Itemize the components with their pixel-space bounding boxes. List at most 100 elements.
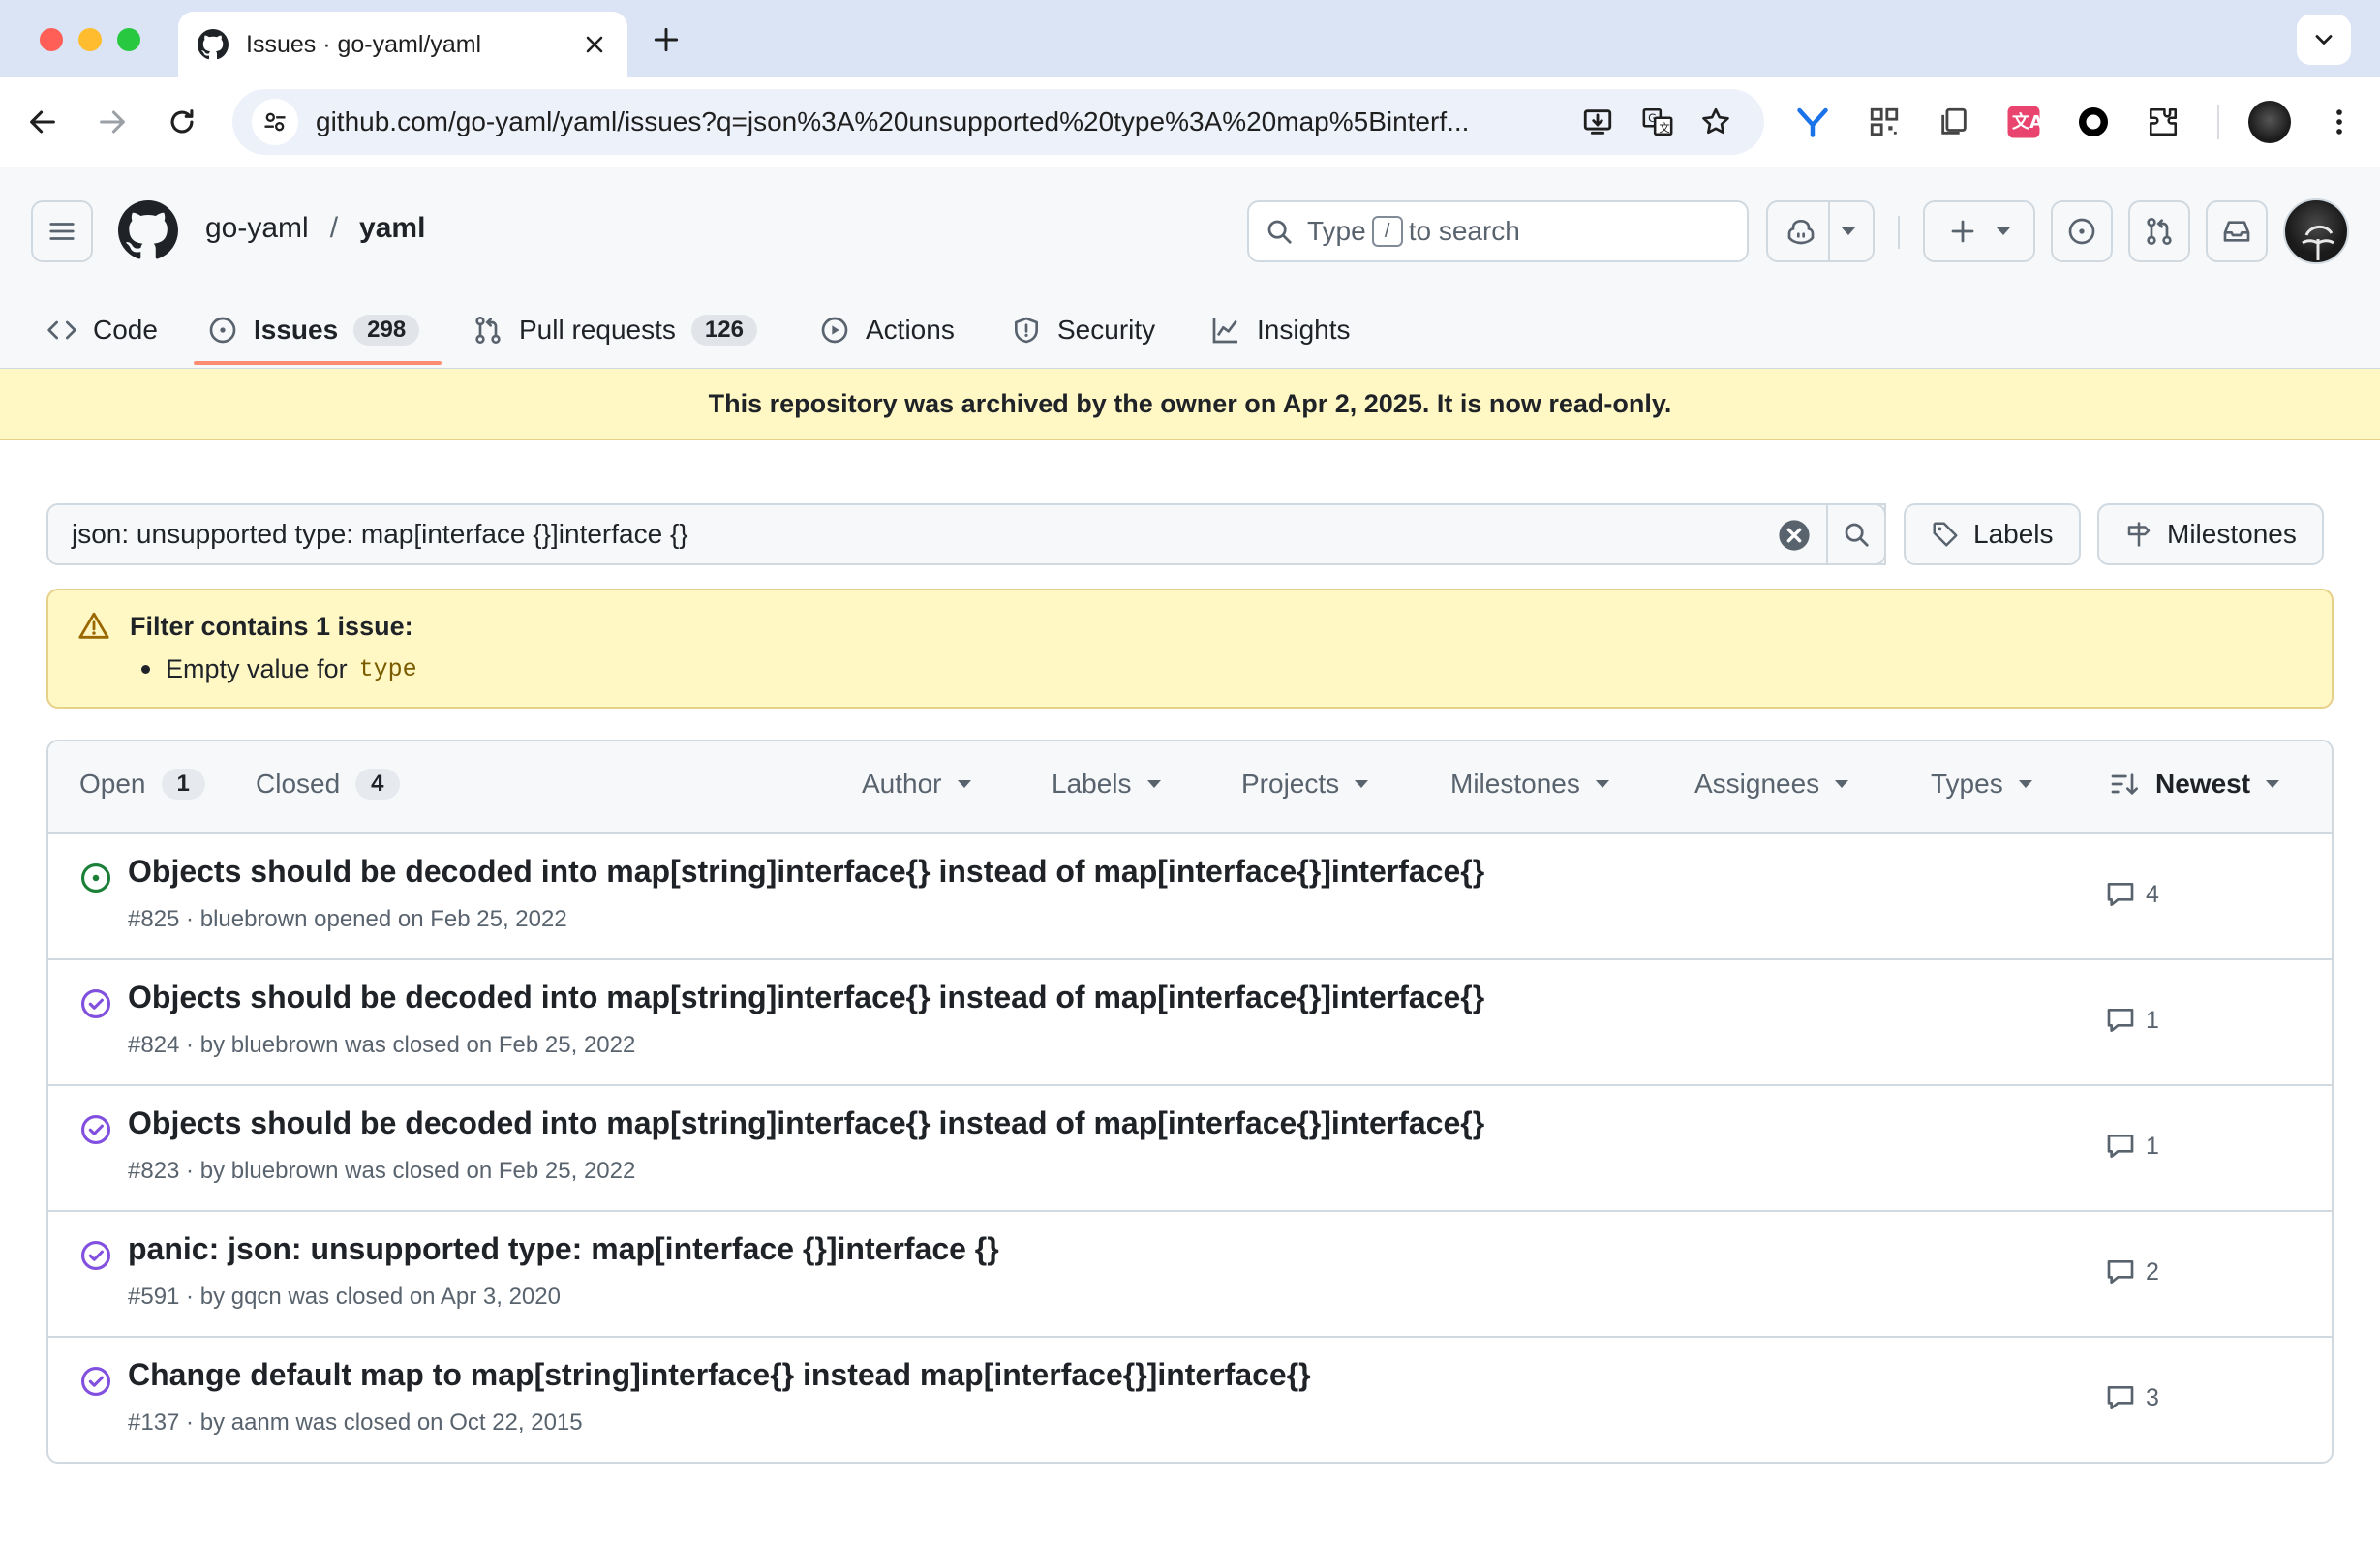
create-new-button[interactable] xyxy=(1923,200,2035,262)
ring-icon xyxy=(2079,107,2108,136)
install-app-button[interactable] xyxy=(1580,105,1615,139)
milestones-button[interactable]: Milestones xyxy=(2097,503,2324,565)
create-dropdown-caret[interactable] xyxy=(1997,227,2010,235)
types-filter-dropdown[interactable]: Types xyxy=(1931,769,2032,800)
labels-button[interactable]: Labels xyxy=(1904,503,2081,565)
comment-icon xyxy=(2107,1009,2134,1032)
warning-item: Empty value for type xyxy=(141,654,2303,684)
milestones-filter-dropdown[interactable]: Milestones xyxy=(1450,769,1609,800)
code-icon xyxy=(47,320,76,340)
site-settings-button[interactable] xyxy=(252,99,298,145)
copilot-dropdown-caret[interactable] xyxy=(1842,227,1855,235)
issue-comments-link[interactable]: 3 xyxy=(2105,1382,2159,1413)
copilot-button[interactable] xyxy=(1766,200,1875,262)
svg-text:G: G xyxy=(1648,111,1657,125)
tab-security[interactable]: Security xyxy=(1011,305,1155,355)
issue-comments-link[interactable]: 2 xyxy=(2105,1256,2159,1287)
tab-issues[interactable]: Issues 298 xyxy=(207,305,420,355)
issues-filter-input[interactable]: json: unsupported type: map[interface {}… xyxy=(46,503,1886,565)
bookmark-button[interactable] xyxy=(1698,105,1733,139)
issue-meta: #591 · by gqcn was closed on Apr 3, 2020 xyxy=(128,1284,561,1310)
puzzle-icon xyxy=(2149,107,2178,136)
extension-translate-cn[interactable]: 文A xyxy=(2004,103,2043,141)
comment-count: 1 xyxy=(2146,1132,2159,1160)
global-nav-menu-button[interactable] xyxy=(31,200,93,262)
issue-title-link[interactable]: panic: json: unsupported type: map[inter… xyxy=(128,1231,999,1267)
tab-insights[interactable]: Insights xyxy=(1210,305,1351,355)
tab-security-label: Security xyxy=(1057,315,1156,345)
tab-pull-requests[interactable]: Pull requests 126 xyxy=(473,305,757,355)
issue-title-link[interactable]: Change default map to map[string]interfa… xyxy=(128,1357,1311,1393)
tab-search-dropdown[interactable] xyxy=(2297,15,2351,65)
your-issues-button[interactable] xyxy=(2051,200,2113,262)
assignees-filter-label: Assignees xyxy=(1694,769,1820,799)
issue-comments-link[interactable]: 1 xyxy=(2105,1131,2159,1162)
closed-issues-tab[interactable]: Closed 4 xyxy=(256,769,400,800)
caret-down-icon xyxy=(2266,780,2280,788)
filter-search-button[interactable] xyxy=(1826,503,1886,565)
types-filter-label: Types xyxy=(1931,769,2003,799)
issue-row[interactable]: Objects should be decoded into map[strin… xyxy=(48,1086,2332,1212)
open-issues-tab[interactable]: Open 1 xyxy=(79,769,205,800)
issue-title-link[interactable]: Objects should be decoded into map[strin… xyxy=(128,980,1484,1015)
filter-query-text[interactable]: json: unsupported type: map[interface {}… xyxy=(72,519,688,550)
comment-count: 1 xyxy=(2146,1006,2159,1034)
breadcrumb-owner-link[interactable]: go-yaml xyxy=(205,212,309,245)
search-icon xyxy=(1845,523,1869,547)
issue-closed-icon xyxy=(80,1366,111,1397)
arrow-right-icon xyxy=(100,110,125,134)
issue-row[interactable]: Objects should be decoded into map[strin… xyxy=(48,834,2332,960)
sort-dropdown[interactable]: Newest xyxy=(2109,769,2280,800)
your-pull-requests-button[interactable] xyxy=(2128,200,2190,262)
tab-code[interactable]: Code xyxy=(46,305,158,355)
author-filter-label: Author xyxy=(862,769,942,799)
breadcrumb-repo-link[interactable]: yaml xyxy=(359,212,425,245)
issue-row[interactable]: Objects should be decoded into map[strin… xyxy=(48,960,2332,1086)
tab-actions[interactable]: Actions xyxy=(819,305,955,355)
caret-down-icon xyxy=(957,780,971,788)
issue-comments-link[interactable]: 1 xyxy=(2105,1005,2159,1036)
window-zoom-button[interactable] xyxy=(117,28,140,51)
assignees-filter-dropdown[interactable]: Assignees xyxy=(1694,769,1849,800)
clear-filter-icon[interactable] xyxy=(1778,519,1811,552)
global-search-input[interactable]: Type / to search xyxy=(1247,200,1749,262)
url-text[interactable]: github.com/go-yaml/yaml/issues?q=json%3A… xyxy=(316,106,1555,137)
back-button[interactable] xyxy=(23,103,62,141)
browser-tab-active[interactable]: Issues · go-yaml/yaml xyxy=(178,12,627,77)
kebab-menu-icon xyxy=(2336,109,2342,135)
window-minimize-button[interactable] xyxy=(78,28,102,51)
extension-ymail[interactable] xyxy=(1793,103,1832,141)
reload-button[interactable] xyxy=(163,103,201,141)
milestone-icon xyxy=(2127,522,2151,547)
issue-row[interactable]: panic: json: unsupported type: map[inter… xyxy=(48,1212,2332,1338)
profile-avatar[interactable] xyxy=(2248,101,2291,143)
alert-triangle-icon xyxy=(78,612,109,639)
open-label: Open xyxy=(79,769,146,799)
inbox-button[interactable] xyxy=(2206,200,2268,262)
tab-close-icon[interactable] xyxy=(581,31,608,58)
issue-row[interactable]: Change default map to map[string]interfa… xyxy=(48,1338,2332,1462)
translate-button[interactable]: G文 xyxy=(1640,105,1675,139)
github-logo-icon[interactable] xyxy=(118,200,178,260)
window-close-button[interactable] xyxy=(40,28,63,51)
extensions-menu-button[interactable] xyxy=(2144,103,2182,141)
comment-icon xyxy=(2107,1135,2134,1158)
user-avatar[interactable] xyxy=(2283,198,2349,264)
issue-title-link[interactable]: Objects should be decoded into map[strin… xyxy=(128,1105,1484,1141)
extension-copy[interactable] xyxy=(1935,103,1973,141)
new-tab-plus-icon[interactable] xyxy=(651,24,682,55)
caret-down-icon xyxy=(2018,780,2032,788)
issue-comments-link[interactable]: 4 xyxy=(2105,879,2159,910)
browser-menu-button[interactable] xyxy=(2320,103,2359,141)
extension-circle[interactable] xyxy=(2074,103,2113,141)
tag-icon xyxy=(1933,522,1958,547)
author-filter-dropdown[interactable]: Author xyxy=(862,769,971,800)
labels-filter-dropdown[interactable]: Labels xyxy=(1052,769,1161,800)
qr-code-icon xyxy=(1870,107,1899,136)
address-bar[interactable]: github.com/go-yaml/yaml/issues?q=json%3A… xyxy=(232,89,1764,155)
extension-qr[interactable] xyxy=(1865,103,1904,141)
milestones-filter-label: Milestones xyxy=(1450,769,1580,799)
issue-title-link[interactable]: Objects should be decoded into map[strin… xyxy=(128,854,1484,890)
forward-button[interactable] xyxy=(93,103,132,141)
projects-filter-dropdown[interactable]: Projects xyxy=(1241,769,1369,800)
